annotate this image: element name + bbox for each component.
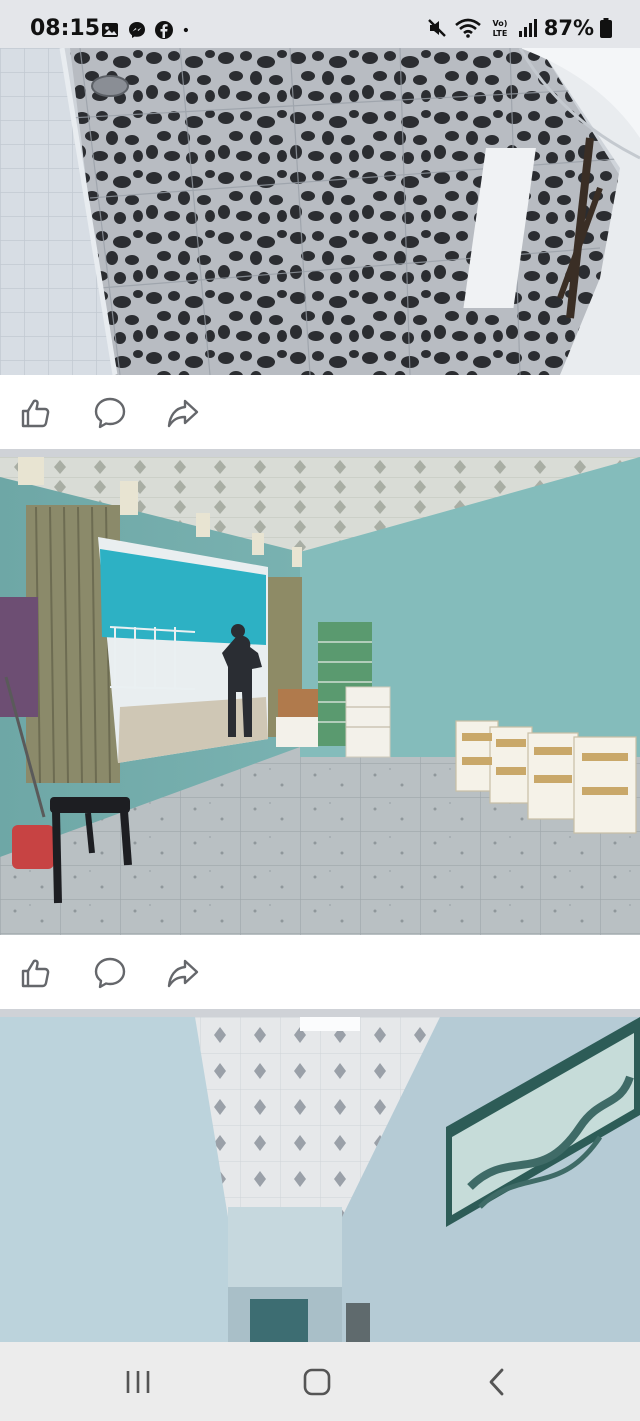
post-actions: [0, 375, 640, 449]
recent-apps-button[interactable]: [113, 1362, 163, 1402]
post-divider: [0, 1009, 640, 1017]
back-icon: [489, 1368, 504, 1396]
system-nav-bar: [0, 1342, 640, 1421]
share-icon: [167, 959, 199, 988]
post-photo-room[interactable]: [0, 457, 640, 935]
comment-icon: [94, 957, 126, 989]
mute-icon: [427, 19, 446, 37]
recent-apps-icon: [126, 1371, 150, 1393]
share-button[interactable]: [163, 953, 203, 993]
dot-icon: [183, 27, 188, 33]
share-icon: [167, 399, 199, 428]
like-icon: [21, 959, 50, 988]
facebook-icon: [155, 21, 173, 39]
gallery-icon: [102, 23, 118, 37]
home-icon: [303, 1368, 331, 1396]
notification-icons: [100, 20, 195, 40]
svg-text:Vo): Vo): [492, 19, 507, 28]
post-photo-hallway[interactable]: [0, 1017, 640, 1342]
post-divider: [0, 449, 640, 457]
like-button[interactable]: [16, 953, 56, 993]
messenger-icon: [129, 22, 145, 38]
like-icon: [21, 399, 50, 428]
back-button[interactable]: [472, 1362, 522, 1402]
post-photo-bathroom[interactable]: [0, 48, 640, 375]
comment-icon: [94, 397, 126, 429]
comment-button[interactable]: [90, 393, 130, 433]
signal-icon: [518, 19, 537, 37]
svg-text:LTE: LTE: [492, 29, 507, 38]
comment-button[interactable]: [90, 953, 130, 993]
system-status: Vo) LTE 87%: [426, 16, 612, 40]
volte-icon: Vo)LTE: [492, 19, 507, 38]
battery-icon: [600, 18, 612, 38]
post-actions: [0, 935, 640, 1009]
home-button[interactable]: [292, 1362, 342, 1402]
battery-percent: 87%: [543, 16, 594, 40]
like-button[interactable]: [16, 393, 56, 433]
status-time: 08:15: [30, 16, 101, 41]
wifi-icon: [454, 18, 481, 38]
share-button[interactable]: [163, 393, 203, 433]
